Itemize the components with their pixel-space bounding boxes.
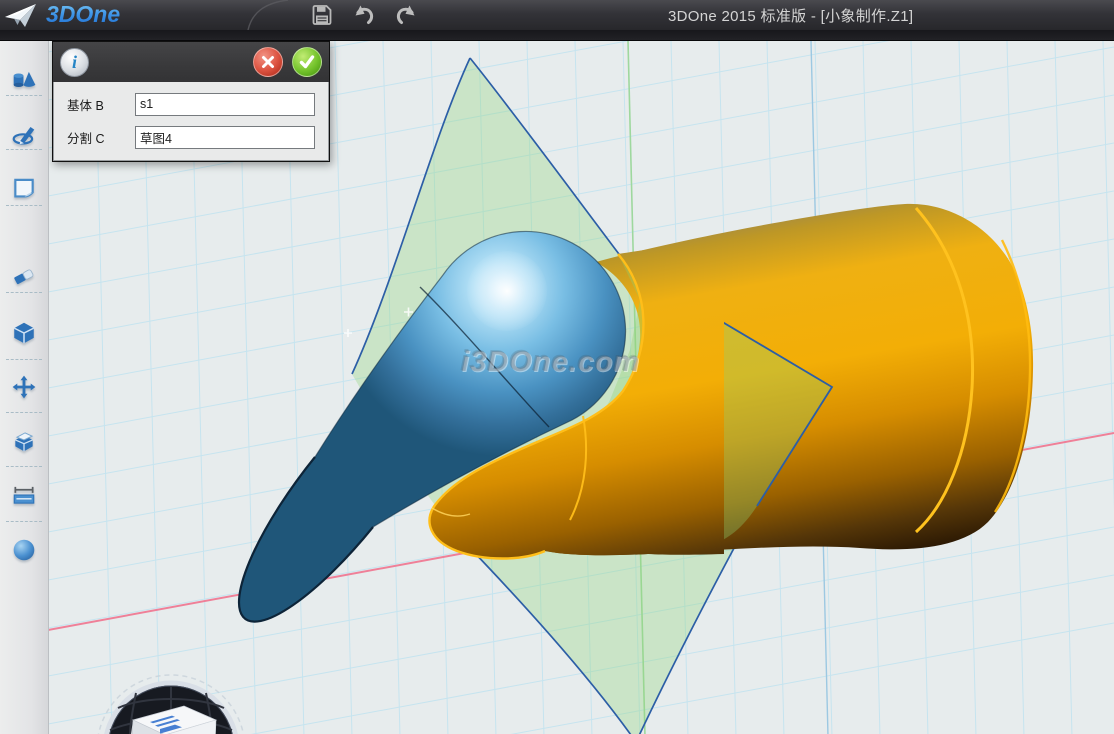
primitives-icon bbox=[11, 67, 37, 93]
undo-button[interactable] bbox=[351, 2, 377, 28]
cancel-button[interactable] bbox=[253, 47, 283, 77]
redo-button[interactable] bbox=[393, 2, 419, 28]
window-title: 3DOne 2015 标准版 - [小象制作.Z1] bbox=[668, 0, 913, 30]
sidebar-separator bbox=[6, 95, 42, 96]
sketch-plane-icon bbox=[11, 175, 37, 201]
sidebar-separator bbox=[6, 466, 42, 467]
sidebar-separator bbox=[6, 521, 42, 522]
title-bar: 3DOne 3DOne 2015 标准版 bbox=[0, 0, 1114, 30]
measure-icon bbox=[11, 482, 37, 508]
base-field-input[interactable] bbox=[135, 93, 315, 116]
sidebar-separator bbox=[6, 292, 42, 293]
sidebar-separator bbox=[6, 205, 42, 206]
sidebar-tool-primitives[interactable] bbox=[11, 67, 37, 93]
sidebar-tool-solid[interactable] bbox=[11, 320, 37, 346]
material-sphere-icon bbox=[11, 537, 37, 563]
split-field-input[interactable] bbox=[135, 126, 315, 149]
tool-sidebar bbox=[0, 40, 49, 734]
sketch-icon bbox=[11, 121, 37, 147]
title-bar-strip bbox=[0, 30, 1114, 41]
sidebar-tool-combine[interactable] bbox=[11, 428, 37, 454]
sidebar-tool-sketch-plane[interactable] bbox=[11, 175, 37, 201]
app-logo: 3DOne bbox=[0, 1, 254, 29]
logo-swoosh bbox=[230, 0, 330, 30]
confirm-button[interactable] bbox=[292, 47, 322, 77]
move-icon bbox=[11, 374, 37, 400]
paper-plane-icon bbox=[4, 1, 38, 29]
split-field-label: 分割 C bbox=[54, 128, 135, 147]
combine-icon bbox=[11, 428, 37, 454]
field-row-split: 分割 C bbox=[54, 125, 328, 149]
info-icon[interactable]: i bbox=[60, 48, 89, 77]
base-field-label: 基体 B bbox=[54, 95, 135, 114]
sidebar-separator bbox=[6, 412, 42, 413]
close-icon bbox=[260, 54, 276, 70]
redo-icon bbox=[393, 3, 419, 27]
solid-cube-icon bbox=[11, 320, 37, 346]
field-row-base: 基体 B bbox=[54, 92, 328, 116]
sidebar-tool-measure[interactable] bbox=[11, 482, 37, 508]
undo-icon bbox=[351, 3, 377, 27]
svg-text:3DOne: 3DOne bbox=[46, 1, 120, 27]
sidebar-tool-sketch[interactable] bbox=[11, 121, 37, 147]
eraser-icon bbox=[11, 262, 37, 288]
dialog-body: 基体 B 分割 C bbox=[53, 82, 329, 161]
sidebar-separator bbox=[6, 149, 42, 150]
viewport-3d[interactable]: i3DOne.com i bbox=[48, 40, 1114, 734]
app-window: { "app": { "logo_text": "3DOne", "title"… bbox=[0, 0, 1114, 734]
split-dialog: i 基体 B 分割 C bbox=[52, 41, 330, 162]
sidebar-tool-move[interactable] bbox=[11, 374, 37, 400]
view-navigation-cube[interactable] bbox=[88, 668, 258, 734]
sidebar-tool-material[interactable] bbox=[11, 537, 37, 563]
check-icon bbox=[298, 53, 316, 71]
specular-highlight bbox=[467, 251, 547, 331]
dialog-header[interactable]: i bbox=[53, 42, 329, 82]
sidebar-separator bbox=[6, 359, 42, 360]
sidebar-tool-eraser[interactable] bbox=[11, 262, 37, 288]
logo-text: 3DOne bbox=[44, 1, 174, 29]
